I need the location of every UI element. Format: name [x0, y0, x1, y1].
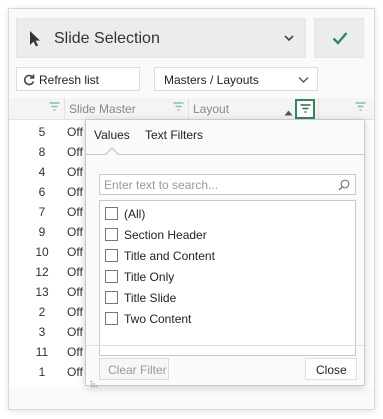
- table-row[interactable]: 13 Off: [9, 282, 89, 302]
- sort-ascending-icon[interactable]: [284, 105, 293, 119]
- filter-value-label: Section Header: [124, 228, 207, 242]
- table-row[interactable]: 8 Off: [9, 142, 89, 162]
- row-slide-master: Off: [67, 145, 83, 159]
- row-number: 3: [38, 325, 46, 339]
- search-box: [99, 174, 356, 195]
- filter-value-label: (All): [124, 207, 146, 221]
- row-slide-master: Off: [67, 265, 83, 279]
- filter-value-label: Title Slide: [124, 291, 177, 305]
- row-number-column-header[interactable]: [9, 98, 65, 120]
- filter-icon: [300, 104, 311, 113]
- chevron-down-icon: [283, 32, 295, 47]
- slide-selection-dropdown[interactable]: Slide Selection: [16, 18, 306, 58]
- refresh-list-label: Refresh list: [39, 73, 100, 87]
- tab-values[interactable]: Values: [94, 128, 130, 142]
- filter-value-item[interactable]: Section Header: [103, 225, 343, 245]
- table-row[interactable]: 5 Off: [9, 122, 89, 142]
- row-number: 13: [35, 285, 49, 299]
- row-slide-master: Off: [67, 225, 83, 239]
- row-number: 5: [38, 125, 46, 139]
- row-slide-master: Off: [67, 125, 83, 139]
- view-mode-select[interactable]: Masters / Layouts: [154, 67, 318, 91]
- row-number: 7: [38, 205, 46, 219]
- layout-header-label: Layout: [193, 102, 230, 116]
- checkbox[interactable]: [105, 270, 118, 283]
- checkbox[interactable]: [105, 249, 118, 262]
- table-row[interactable]: 11 Off: [9, 342, 89, 362]
- footer-divider: [86, 345, 364, 346]
- header-bar: Slide Selection: [16, 18, 367, 66]
- filter-value-label: Title and Content: [124, 249, 215, 263]
- filter-icon[interactable]: [49, 102, 60, 116]
- clear-filter-label: Clear Filter: [108, 363, 167, 377]
- view-mode-value: Masters / Layouts: [164, 73, 259, 87]
- refresh-icon: [23, 74, 35, 86]
- row-number: 12: [35, 265, 49, 279]
- filter-popup: Values Text Filters (All) Section Header T…: [85, 119, 365, 388]
- table-row[interactable]: 10 Off: [9, 242, 89, 262]
- close-button[interactable]: Close: [305, 358, 357, 380]
- filter-value-item[interactable]: Title and Content: [103, 246, 343, 266]
- row-number: 8: [38, 145, 46, 159]
- table-row[interactable]: 3 Off: [9, 322, 89, 342]
- filter-value-item[interactable]: Two Content: [103, 309, 343, 329]
- checkbox[interactable]: [105, 228, 118, 241]
- table-row[interactable]: 6 Off: [9, 182, 89, 202]
- filter-value-item[interactable]: Title Only: [103, 267, 343, 287]
- row-number: 4: [38, 165, 46, 179]
- checkbox[interactable]: [105, 291, 118, 304]
- slide-master-header-label: Slide Master: [69, 102, 136, 116]
- resize-grip-icon[interactable]: [90, 377, 98, 391]
- filter-icon[interactable]: [355, 102, 366, 116]
- cursor-arrow-icon: [29, 30, 41, 50]
- row-number: 9: [38, 225, 46, 239]
- row-number: 2: [38, 305, 46, 319]
- search-input[interactable]: [100, 175, 330, 194]
- table-row[interactable]: 2 Off: [9, 302, 89, 322]
- table-row[interactable]: 4 Off: [9, 162, 89, 182]
- row-slide-master: Off: [67, 165, 83, 179]
- clear-filter-button[interactable]: Clear Filter: [99, 358, 169, 380]
- filter-value-label: Two Content: [124, 312, 192, 326]
- close-label: Close: [316, 363, 347, 377]
- table-row[interactable]: 1 Off: [9, 362, 89, 382]
- row-number: 11: [35, 345, 49, 359]
- row-slide-master: Off: [67, 245, 83, 259]
- filter-tabs: Values Text Filters: [86, 120, 364, 150]
- filter-value-item[interactable]: (All): [103, 204, 343, 224]
- row-slide-master: Off: [67, 325, 83, 339]
- row-slide-master: Off: [67, 185, 83, 199]
- table-row[interactable]: 9 Off: [9, 222, 89, 242]
- filter-value-item[interactable]: Title Slide: [103, 288, 343, 308]
- filter-value-label: Title Only: [124, 270, 175, 284]
- page-title: Slide Selection: [54, 30, 160, 47]
- row-slide-master: Off: [67, 345, 83, 359]
- layout-filter-button[interactable]: [295, 99, 315, 119]
- active-tab-indicator-fill: [106, 149, 118, 155]
- checkmark-icon: [332, 32, 348, 45]
- row-slide-master: Off: [67, 305, 83, 319]
- filter-icon[interactable]: [173, 102, 184, 116]
- confirm-button[interactable]: [314, 18, 364, 58]
- checkbox[interactable]: [105, 312, 118, 325]
- search-icon: [338, 179, 350, 191]
- filter-values-list: (All) Section Header Title and Content Titl…: [99, 200, 356, 356]
- row-slide-master: Off: [67, 365, 83, 379]
- table-row[interactable]: 12 Off: [9, 262, 89, 282]
- row-slide-master: Off: [67, 285, 83, 299]
- row-slide-master: Off: [67, 205, 83, 219]
- table-row[interactable]: 7 Off: [9, 202, 89, 222]
- chevron-down-icon: [298, 77, 309, 83]
- checkbox[interactable]: [105, 207, 118, 220]
- grid-header: Slide Master Layout: [9, 98, 374, 120]
- refresh-list-button[interactable]: Refresh list: [16, 67, 140, 91]
- tab-text-filters[interactable]: Text Filters: [145, 128, 203, 142]
- slide-master-column-header[interactable]: Slide Master: [65, 98, 189, 120]
- tab-divider: [86, 154, 364, 155]
- row-number: 1: [38, 365, 46, 379]
- toolbar: Refresh list Masters / Layouts: [16, 67, 367, 97]
- row-number: 6: [38, 185, 46, 199]
- row-number: 10: [35, 245, 49, 259]
